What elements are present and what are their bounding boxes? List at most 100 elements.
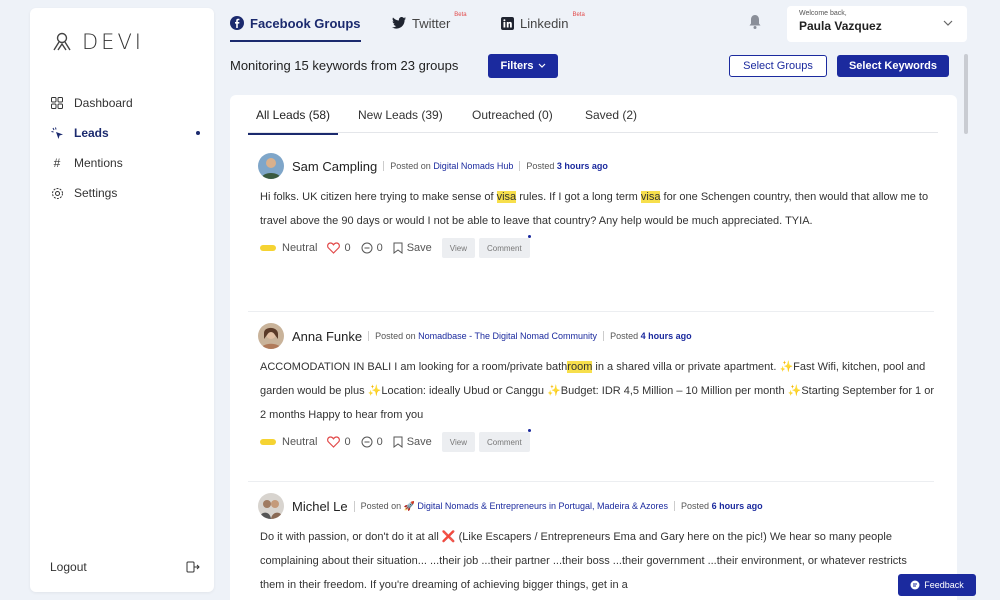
filters-button[interactable]: Filters	[488, 54, 558, 78]
author-name[interactable]: Sam Campling	[292, 159, 377, 174]
post-actions: Neutral 0 0 Save View Comment	[248, 429, 934, 453]
tab-label: Linkedin	[520, 15, 569, 31]
active-indicator	[196, 131, 200, 135]
post-time-meta: Posted 3 hours ago	[519, 161, 608, 171]
comment-count-button[interactable]: 0	[361, 242, 383, 254]
keyword-highlight: room	[567, 361, 593, 373]
tab-outreached[interactable]: Outreached (0)	[472, 108, 553, 122]
sparkle-icon: ✨	[779, 361, 794, 373]
comment-icon	[361, 436, 373, 448]
like-button[interactable]: 0	[327, 436, 351, 448]
logout-icon	[186, 561, 200, 573]
post-body: ACCOMODATION IN BALI I am looking for a …	[260, 361, 935, 421]
sidebar-item-label: Mentions	[74, 156, 123, 170]
user-menu[interactable]: Welcome back, Paula Vazquez	[787, 6, 967, 42]
heart-icon	[327, 436, 341, 448]
post-body: Do it with passion, or don't do it at al…	[260, 531, 907, 591]
sidebar-item-dashboard[interactable]: Dashboard	[50, 88, 200, 118]
sidebar: DEVI Dashboard Leads # Mentions Settings	[30, 8, 214, 592]
tab-saved[interactable]: Saved (2)	[585, 108, 637, 122]
group-link[interactable]: Digital Nomads Hub	[433, 161, 513, 171]
twitter-icon	[392, 17, 406, 29]
sentiment-label: Neutral	[282, 242, 318, 254]
chevron-down-icon	[538, 63, 545, 68]
comment-icon	[361, 242, 373, 254]
bell-icon[interactable]	[748, 14, 762, 30]
hash-icon: #	[53, 156, 61, 170]
heart-icon	[327, 242, 341, 254]
top-bar: Facebook Groups Twitter Beta Linkedin Be…	[230, 0, 970, 44]
logo[interactable]: DEVI	[50, 30, 144, 54]
filters-label: Filters	[500, 60, 534, 72]
post-body: Hi folks. UK citizen here trying to make…	[260, 191, 929, 227]
sidebar-item-label: Leads	[74, 126, 109, 140]
logout-button[interactable]: Logout	[50, 560, 200, 574]
lead-tabs: All Leads (58) New Leads (39) Outreached…	[247, 95, 938, 135]
comment-button[interactable]: Comment	[479, 429, 531, 452]
feedback-button[interactable]: Feedback	[898, 574, 976, 596]
tab-label: Twitter	[412, 15, 451, 31]
grid-icon	[50, 96, 64, 110]
welcome-text: Welcome back,	[799, 10, 847, 17]
avatar[interactable]	[258, 323, 284, 349]
sidebar-item-mentions[interactable]: # Mentions	[50, 148, 200, 178]
author-name[interactable]: Anna Funke	[292, 329, 362, 344]
leads-panel: All Leads (58) New Leads (39) Outreached…	[230, 95, 957, 600]
group-link[interactable]: Digital Nomads & Entrepreneurs in Portug…	[417, 501, 668, 511]
avatar[interactable]	[258, 493, 284, 519]
feedback-label: Feedback	[924, 580, 964, 590]
sentiment-label: Neutral	[282, 436, 318, 448]
lead-post: Michel Le Posted on 🚀 Digital Nomads & E…	[248, 493, 934, 597]
view-button[interactable]: View	[441, 432, 475, 452]
bookmark-icon	[393, 242, 403, 254]
tab-all-leads[interactable]: All Leads (58)	[247, 108, 339, 135]
tab-linkedin[interactable]: Linkedin Beta	[501, 12, 585, 34]
save-button[interactable]: Save	[393, 242, 432, 254]
tab-new-leads[interactable]: New Leads (39)	[358, 108, 443, 122]
view-button[interactable]: View	[441, 238, 475, 258]
user-name: Paula Vazquez	[799, 19, 882, 33]
keyword-highlight: visa	[640, 191, 661, 203]
sparkle-icon: ✨	[787, 385, 802, 397]
avatar[interactable]	[258, 153, 284, 179]
post-actions: Neutral 0 0 Save View Comment	[248, 235, 934, 259]
tab-facebook-groups[interactable]: Facebook Groups	[230, 12, 361, 42]
post-time-meta: Posted 4 hours ago	[603, 331, 692, 341]
rocket-icon: 🚀	[403, 500, 415, 511]
comment-count-button[interactable]: 0	[361, 436, 383, 448]
author-name[interactable]: Michel Le	[292, 499, 348, 514]
post-time-meta: Posted 6 hours ago	[674, 501, 763, 511]
chevron-down-icon	[943, 20, 953, 26]
sidebar-item-label: Dashboard	[74, 96, 133, 110]
sentiment-indicator	[260, 439, 276, 445]
save-button[interactable]: Save	[393, 436, 432, 448]
comment-button[interactable]: Comment	[479, 235, 531, 258]
sparkle-icon: ✨	[547, 385, 561, 397]
tab-label: Facebook Groups	[250, 15, 361, 31]
sentiment-indicator	[260, 245, 276, 251]
tab-twitter[interactable]: Twitter Beta	[392, 12, 467, 34]
gear-icon	[50, 186, 64, 200]
cross-mark-icon: ❌	[441, 531, 456, 543]
scrollbar[interactable]	[964, 54, 968, 134]
select-groups-button[interactable]: Select Groups	[729, 55, 827, 77]
keyword-highlight: visa	[496, 191, 517, 203]
like-button[interactable]: 0	[327, 242, 351, 254]
sidebar-item-settings[interactable]: Settings	[50, 178, 200, 208]
post-group-meta: Posted on Digital Nomads Hub	[383, 161, 513, 171]
lead-post: Sam Campling Posted on Digital Nomads Hu…	[248, 153, 934, 259]
cursor-click-icon	[50, 126, 64, 140]
sidebar-item-leads[interactable]: Leads	[50, 118, 200, 148]
divider	[248, 311, 934, 312]
comment-count: 0	[376, 436, 383, 448]
select-keywords-button[interactable]: Select Keywords	[837, 55, 949, 77]
sidebar-item-label: Settings	[74, 186, 118, 200]
facebook-icon	[230, 16, 244, 30]
beta-badge: Beta	[572, 12, 585, 18]
post-group-meta: Posted on Nomadbase - The Digital Nomad …	[368, 331, 597, 341]
logo-text: DEVI	[82, 30, 144, 54]
linkedin-icon	[501, 16, 514, 30]
lead-post: Anna Funke Posted on Nomadbase - The Dig…	[248, 323, 934, 453]
like-count: 0	[344, 242, 351, 254]
group-link[interactable]: Nomadbase - The Digital Nomad Community	[418, 331, 597, 341]
